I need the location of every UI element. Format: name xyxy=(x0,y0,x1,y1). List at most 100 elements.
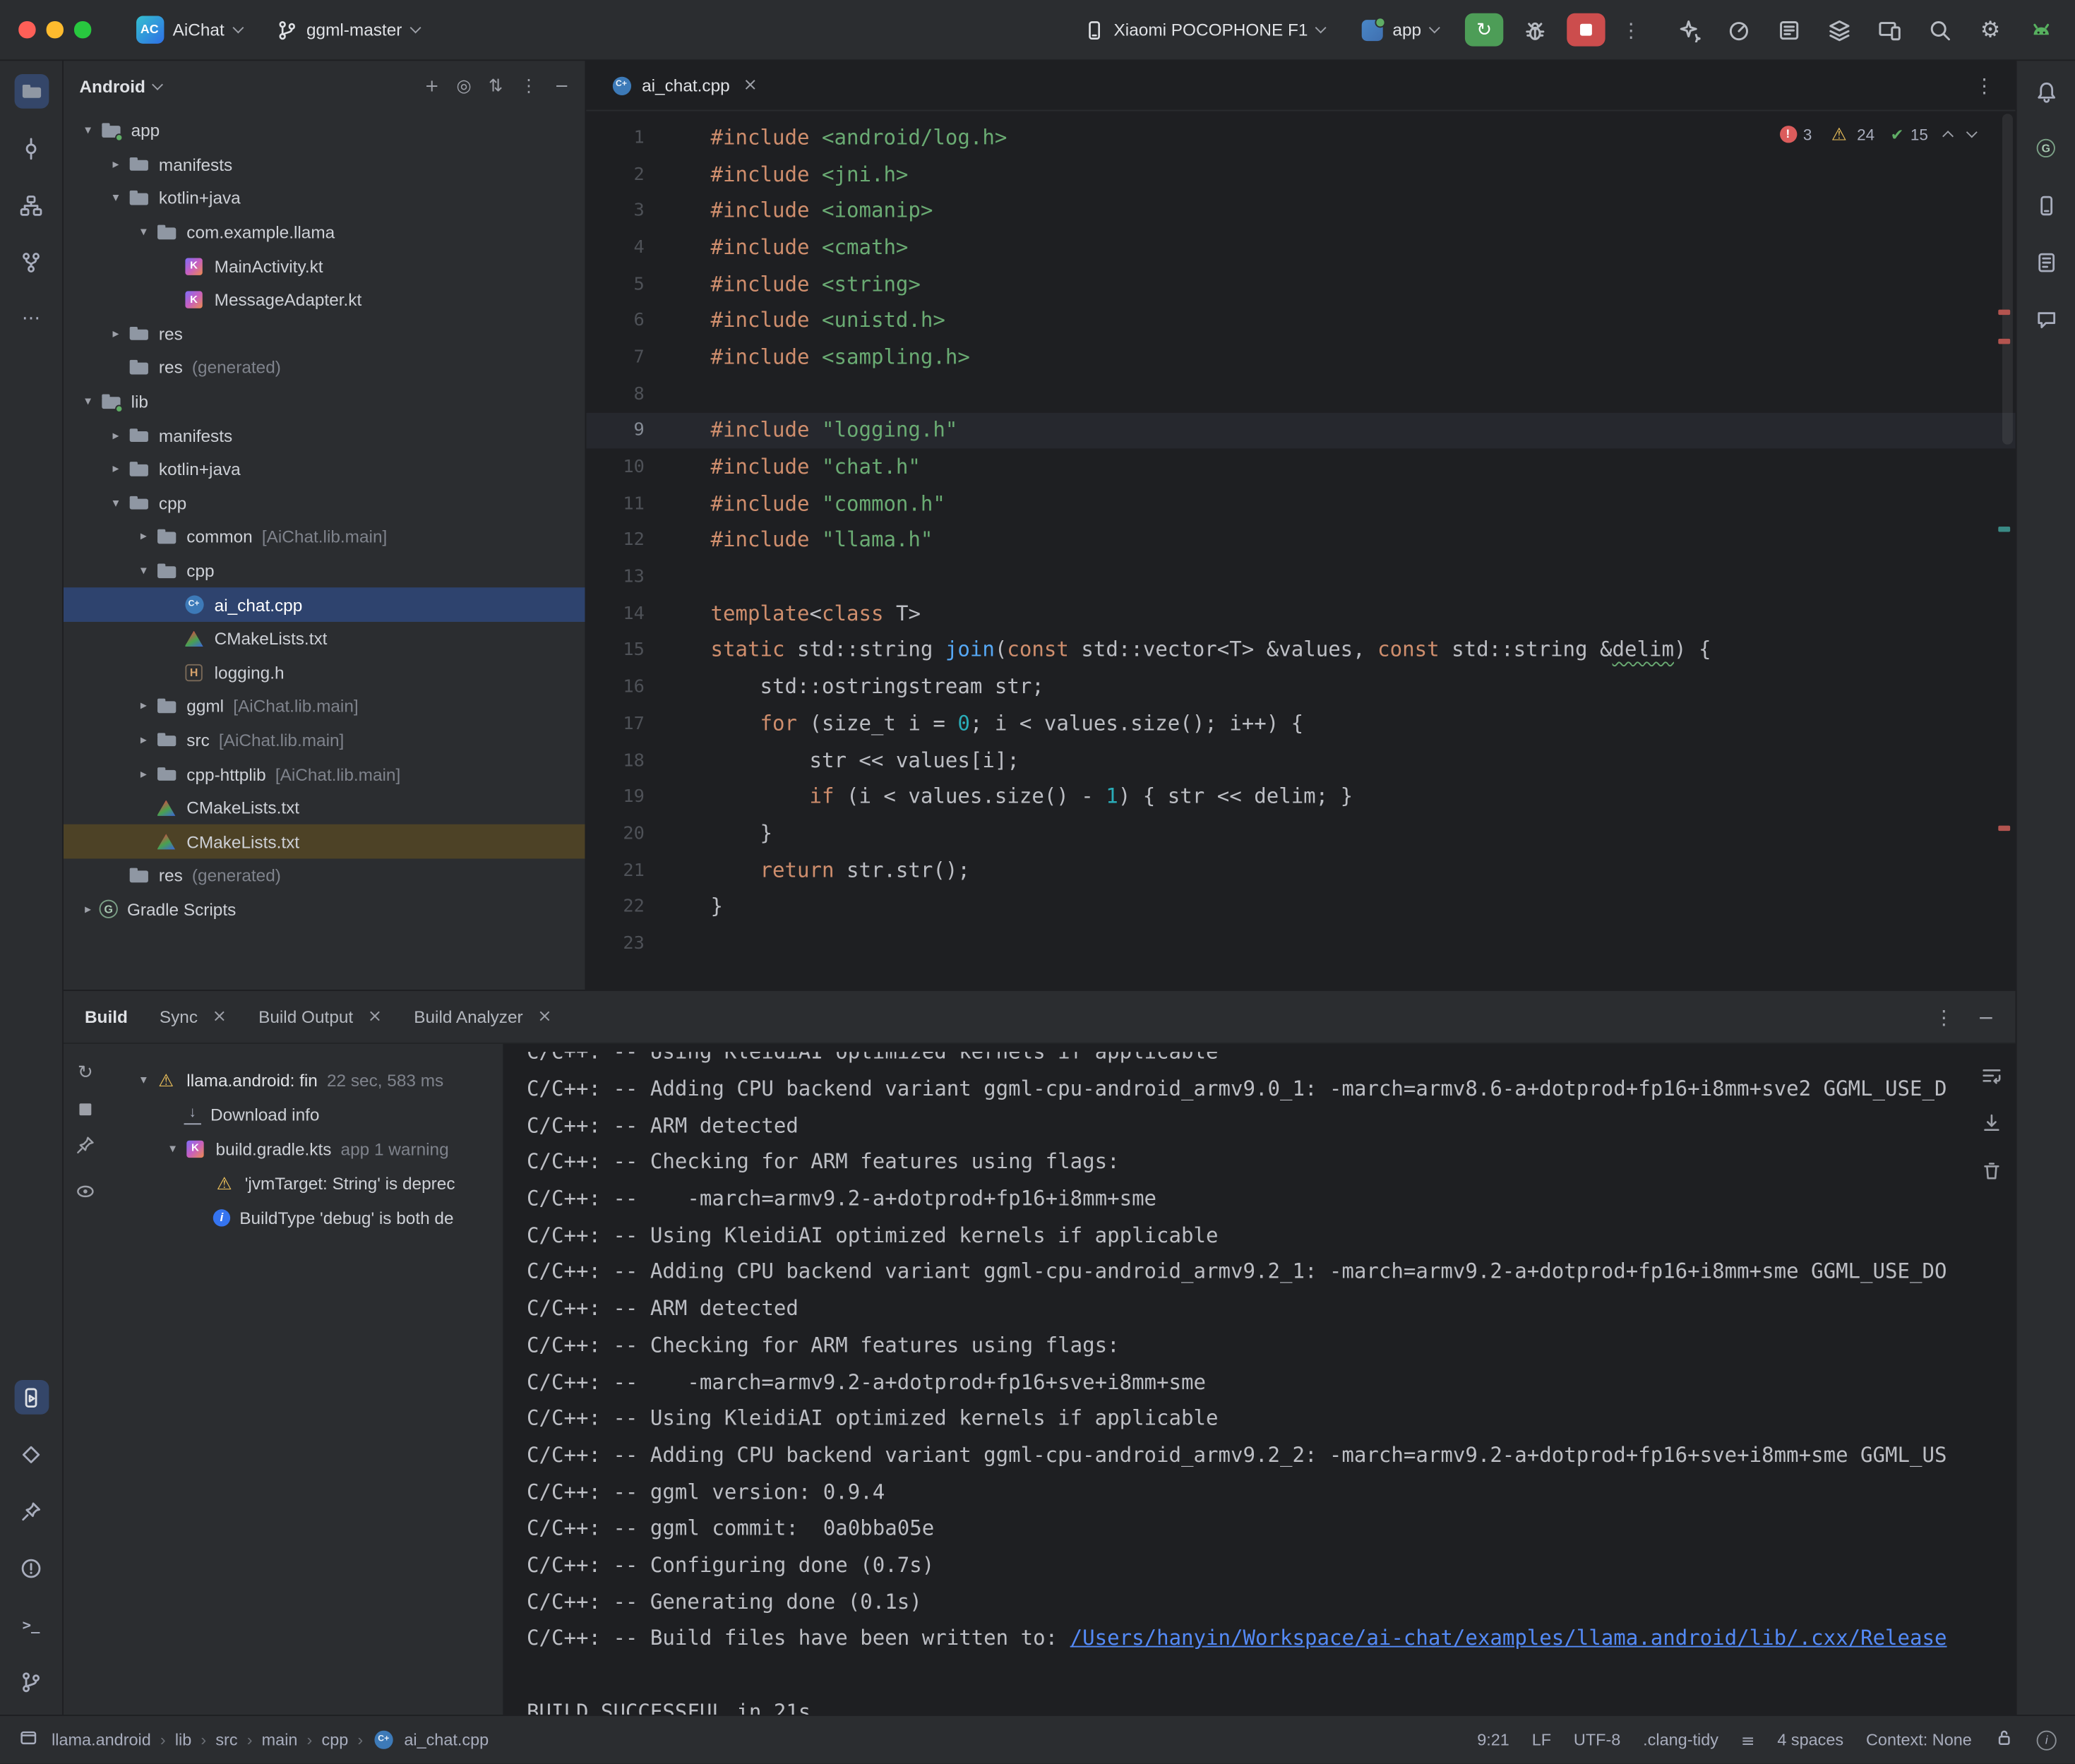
tree-item-cmakelists-txt[interactable]: CMakeLists.txt xyxy=(64,825,585,859)
tree-item-cpp[interactable]: ▾cpp xyxy=(64,554,585,588)
tree-toggle-icon[interactable]: ▸ xyxy=(104,428,127,443)
commit-tool-icon[interactable] xyxy=(14,131,49,166)
running-devices-tool-icon[interactable] xyxy=(14,1380,49,1415)
line-number[interactable]: 1 xyxy=(586,127,671,148)
breadcrumb-item[interactable]: lib xyxy=(175,1731,191,1749)
line-number[interactable]: 15 xyxy=(586,640,671,661)
tree-item-ai-chat-cpp[interactable]: C+ai_chat.cpp xyxy=(64,588,585,622)
line-number[interactable]: 11 xyxy=(586,493,671,515)
tree-toggle-icon[interactable]: ▾ xyxy=(77,124,100,138)
notifications-icon[interactable] xyxy=(2028,74,2063,109)
line-number[interactable]: 21 xyxy=(586,860,671,881)
code-line[interactable]: 5#include <string> xyxy=(586,265,2015,302)
pull-requests-tool-icon[interactable] xyxy=(14,245,49,280)
resource-manager-tool-icon[interactable] xyxy=(14,1437,49,1472)
layout-inspector-tool-icon[interactable] xyxy=(2028,245,2063,280)
run-options-kebab-icon[interactable]: ⋮ xyxy=(1621,18,1641,42)
add-icon[interactable]: + xyxy=(425,76,439,96)
breadcrumb-item[interactable]: cpp xyxy=(322,1731,349,1749)
tree-item-manifests[interactable]: ▸manifests xyxy=(64,419,585,452)
code-line[interactable]: 23 xyxy=(586,925,2015,961)
pin-icon[interactable] xyxy=(76,1135,95,1161)
tree-item-ggml[interactable]: ▸ggml[AiChat.lib.main] xyxy=(64,690,585,724)
tree-toggle-icon[interactable]: ▾ xyxy=(162,1141,184,1156)
line-number[interactable]: 16 xyxy=(586,676,671,697)
line-number[interactable]: 10 xyxy=(586,457,671,478)
assistant-chat-tool-icon[interactable] xyxy=(2028,301,2063,336)
settings-gear-icon[interactable]: ⚙ xyxy=(1975,14,2007,46)
zoom-window-button[interactable] xyxy=(74,21,90,37)
tree-item-llama-android-fin[interactable]: ▾⚠llama.android: fin22 sec, 583 ms xyxy=(116,1062,503,1097)
tree-toggle-icon[interactable]: ▸ xyxy=(104,157,127,172)
breadcrumb-item[interactable]: llama.android xyxy=(52,1731,151,1749)
expand-collapse-icon[interactable]: ⇅ xyxy=(489,76,503,96)
tree-toggle-icon[interactable]: ▾ xyxy=(104,191,127,206)
close-tab-icon[interactable]: × xyxy=(537,1007,551,1026)
locate-file-icon[interactable]: ◎ xyxy=(456,76,471,96)
vcs-branch-selector[interactable]: ggml-master xyxy=(265,10,430,49)
line-number[interactable]: 14 xyxy=(586,603,671,624)
line-number[interactable]: 3 xyxy=(586,200,671,221)
line-number[interactable]: 19 xyxy=(586,786,671,808)
line-number[interactable]: 2 xyxy=(586,164,671,185)
line-number[interactable]: 8 xyxy=(586,383,671,404)
editor-config-icon[interactable]: ≡ xyxy=(1741,1730,1755,1750)
tree-item-src[interactable]: ▸src[AiChat.lib.main] xyxy=(64,724,585,757)
tree-toggle-icon[interactable]: ▾ xyxy=(77,395,100,409)
code-line[interactable]: 20 } xyxy=(586,815,2015,852)
file-encoding[interactable]: UTF-8 xyxy=(1574,1731,1620,1749)
line-number[interactable]: 5 xyxy=(586,273,671,294)
editor-scrollbar[interactable] xyxy=(2002,114,2013,445)
tree-item--jvmtarget-string-is-deprec[interactable]: ⚠'jvmTarget: String' is deprec xyxy=(116,1165,503,1200)
tree-item-app[interactable]: ▾app xyxy=(64,114,585,148)
tree-item-com-example-llama[interactable]: ▾com.example.llama xyxy=(64,215,585,249)
lock-icon[interactable] xyxy=(1995,1728,2014,1752)
tree-toggle-icon[interactable]: ▸ xyxy=(77,902,100,917)
tree-item-res[interactable]: res(generated) xyxy=(64,859,585,893)
tree-toggle-icon[interactable]: ▸ xyxy=(132,530,155,545)
tree-item-logging-h[interactable]: Hlogging.h xyxy=(64,656,585,690)
line-number[interactable]: 17 xyxy=(586,713,671,734)
tab-build-analyzer[interactable]: Build Analyzer × xyxy=(414,1007,551,1026)
tree-item-cmakelists-txt[interactable]: CMakeLists.txt xyxy=(64,791,585,825)
hide-panel-icon[interactable]: − xyxy=(555,76,569,96)
app-inspection-icon[interactable] xyxy=(1824,14,1855,46)
code-line[interactable]: 4#include <cmath> xyxy=(586,229,2015,265)
linter-status[interactable]: .clang-tidy xyxy=(1643,1731,1718,1749)
code-line[interactable]: 6#include <unistd.h> xyxy=(586,302,2015,339)
tree-item-gradle-scripts[interactable]: ▸GGradle Scripts xyxy=(64,893,585,927)
line-number[interactable]: 4 xyxy=(586,236,671,258)
project-view-selector[interactable]: Android xyxy=(79,76,145,96)
build-output-path-link[interactable]: /Users/hanyin/Workspace/ai-chat/examples… xyxy=(1070,1626,1947,1650)
breadcrumb-item[interactable]: ai_chat.cpp xyxy=(404,1731,489,1749)
editor-tab-ai-chat-cpp[interactable]: C+ ai_chat.cpp × xyxy=(594,61,774,109)
code-line[interactable]: 16 std::ostringstream str; xyxy=(586,668,2015,705)
close-tab-icon[interactable]: × xyxy=(213,1007,227,1026)
code-line[interactable]: 15static std::string join(const std::vec… xyxy=(586,632,2015,668)
line-number[interactable]: 9 xyxy=(586,420,671,441)
tab-build-output[interactable]: Build Output × xyxy=(258,1007,382,1026)
tree-item-buildtype-debug-is-both-de[interactable]: iBuildType 'debug' is both de xyxy=(116,1200,503,1235)
filter-eye-icon[interactable] xyxy=(76,1182,95,1208)
tree-item-kotlin-java[interactable]: ▾kotlin+java xyxy=(64,181,585,215)
error-stripe-mark[interactable] xyxy=(1998,339,2010,344)
tree-toggle-icon[interactable]: ▾ xyxy=(104,496,127,511)
indent-setting[interactable]: 4 spaces xyxy=(1777,1731,1843,1749)
code-line[interactable]: 13 xyxy=(586,558,2015,595)
rerun-build-icon[interactable]: ↻ xyxy=(78,1062,93,1084)
tree-toggle-icon[interactable]: ▸ xyxy=(132,733,155,748)
run-button[interactable]: ↻ xyxy=(1465,13,1503,47)
breadcrumb-item[interactable]: src xyxy=(215,1731,237,1749)
build-options-kebab-icon[interactable]: ⋮ xyxy=(1934,1005,1954,1029)
project-options-kebab-icon[interactable]: ⋮ xyxy=(520,76,537,96)
code-editor[interactable]: 1#include <android/log.h>2#include <jni.… xyxy=(586,111,2015,990)
tree-item-cpp-httplib[interactable]: ▸cpp-httplib[AiChat.lib.main] xyxy=(64,757,585,791)
line-number[interactable]: 6 xyxy=(586,310,671,331)
next-problem-icon[interactable] xyxy=(1966,126,1978,138)
close-tab-icon[interactable]: × xyxy=(368,1007,382,1026)
version-control-tool-icon[interactable] xyxy=(14,1664,49,1699)
tree-toggle-icon[interactable]: ▾ xyxy=(132,564,155,579)
line-number[interactable]: 18 xyxy=(586,750,671,771)
problems-indicator-icon[interactable]: i xyxy=(2037,1730,2057,1750)
tab-sync[interactable]: Sync × xyxy=(160,1007,227,1026)
